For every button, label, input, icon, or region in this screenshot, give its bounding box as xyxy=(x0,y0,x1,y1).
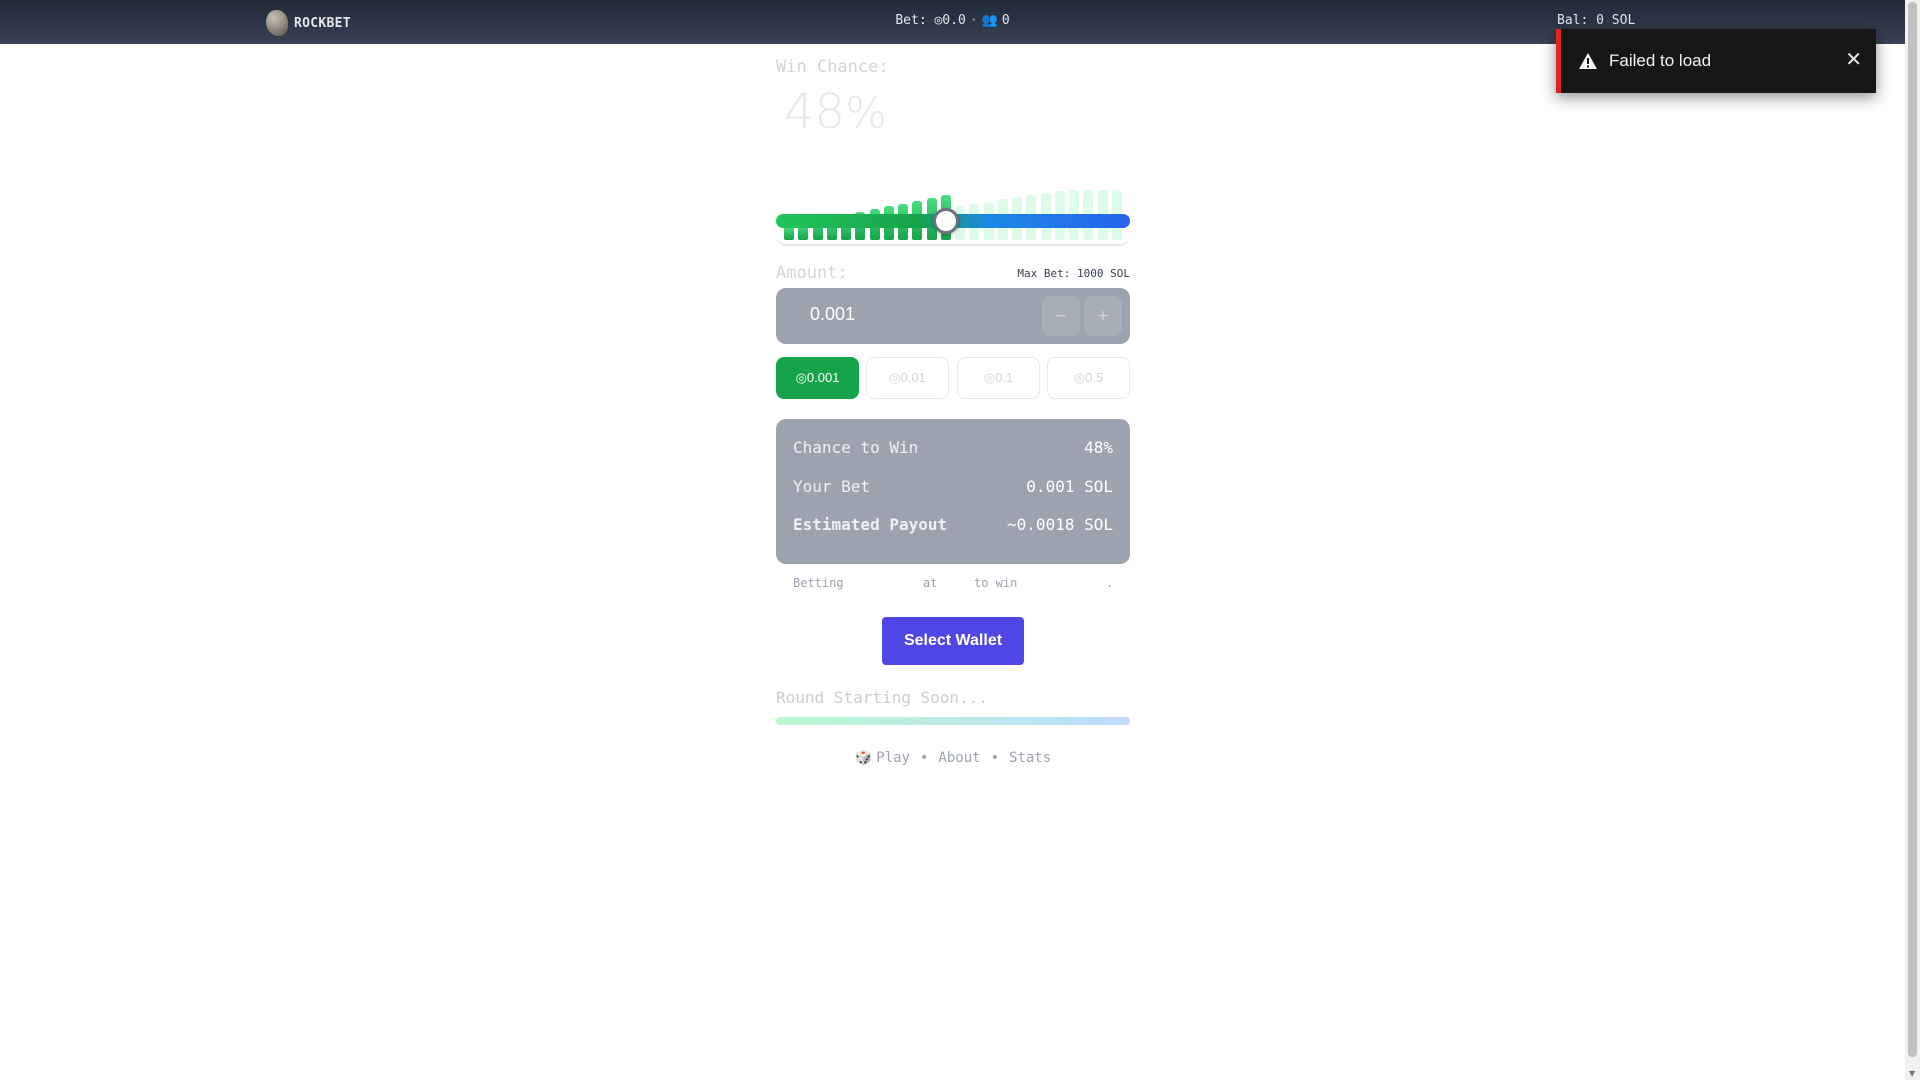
summary-row-bet: Your Bet 0.001 SOL xyxy=(793,477,1113,496)
betting-word: Betting xyxy=(793,576,844,590)
quick-amount-button[interactable]: ◎0.001 xyxy=(776,357,859,399)
decrement-button[interactable]: − xyxy=(1042,296,1080,336)
amount-label: Amount: xyxy=(776,263,848,283)
summary-payout-label: Estimated Payout xyxy=(793,515,948,534)
win-chance-number: 48 xyxy=(784,84,846,140)
footer-separator: • xyxy=(990,750,1000,766)
scrollbar[interactable]: ▼ xyxy=(1905,0,1920,1080)
summary-chance-value: 48% xyxy=(1084,438,1113,457)
scroll-down-icon[interactable]: ▼ xyxy=(1909,1069,1915,1078)
chance-bar xyxy=(784,226,794,240)
quick-amount-button[interactable]: ◎0.5 xyxy=(1047,357,1130,399)
footer-link-stats[interactable]: Stats xyxy=(1009,750,1051,766)
select-wallet-button[interactable]: Select Wallet xyxy=(882,617,1024,665)
increment-button[interactable]: + xyxy=(1084,296,1122,336)
footer-link-about[interactable]: About xyxy=(938,750,980,766)
summary-row-chance: Chance to Win 48% xyxy=(793,438,1113,457)
toast-close-icon[interactable]: ✕ xyxy=(1845,47,1862,71)
win-chance-label: Win Chance: xyxy=(776,57,889,77)
win-chance-value: 48% xyxy=(784,84,887,140)
betting-at: at xyxy=(923,576,938,590)
slider-thumb[interactable] xyxy=(932,208,959,234)
current-bet: Bet: ◎0.0 xyxy=(895,13,966,28)
max-bet: Max Bet: 1000 SOL xyxy=(1017,267,1130,280)
footer-link-play[interactable]: Play xyxy=(876,750,910,766)
sol-coin-icon: ◎ xyxy=(790,308,803,324)
summary-row-payout: Estimated Payout ~0.0018 SOL xyxy=(793,515,1113,534)
win-chance-unit: % xyxy=(845,88,887,139)
win-chance-slider[interactable] xyxy=(776,208,1130,234)
footer-separator: • xyxy=(919,750,929,766)
quick-amount-button[interactable]: ◎0.1 xyxy=(957,357,1040,399)
betting-to-win: to win xyxy=(974,576,1018,590)
scroll-thumb[interactable] xyxy=(1908,2,1917,1057)
summary-payout-value: ~0.0018 SOL xyxy=(1007,515,1113,534)
summary-bet-label: Your Bet xyxy=(793,477,871,496)
warning-icon xyxy=(1577,51,1599,71)
quick-amount-button[interactable]: ◎0.01 xyxy=(866,357,949,399)
bet-separator: · xyxy=(969,13,978,28)
bet-summary: Chance to Win 48% Your Bet 0.001 SOL Est… xyxy=(776,419,1130,564)
dice-icon: 🎲 xyxy=(854,750,873,766)
betting-period: . xyxy=(1106,576,1114,590)
players-icon: 👥 xyxy=(981,13,998,28)
amount-value[interactable]: 0.001 xyxy=(810,304,855,325)
toast-message: Failed to load xyxy=(1609,51,1712,70)
round-status: Round Starting Soon... xyxy=(776,688,988,707)
round-progress-bar xyxy=(776,717,1130,725)
footer-nav: 🎲 Play • About • Stats xyxy=(776,750,1130,766)
amount-input[interactable]: ◎ 0.001 − + xyxy=(776,288,1130,344)
summary-chance-label: Chance to Win xyxy=(793,438,919,457)
error-toast: Failed to load ✕ xyxy=(1556,29,1876,93)
balance: Bal: 0 SOL xyxy=(1557,13,1636,28)
summary-bet-value: 0.001 SOL xyxy=(1026,477,1113,496)
betting-description: Betting at to win . xyxy=(776,576,1130,592)
player-count: 0 xyxy=(1001,13,1010,28)
